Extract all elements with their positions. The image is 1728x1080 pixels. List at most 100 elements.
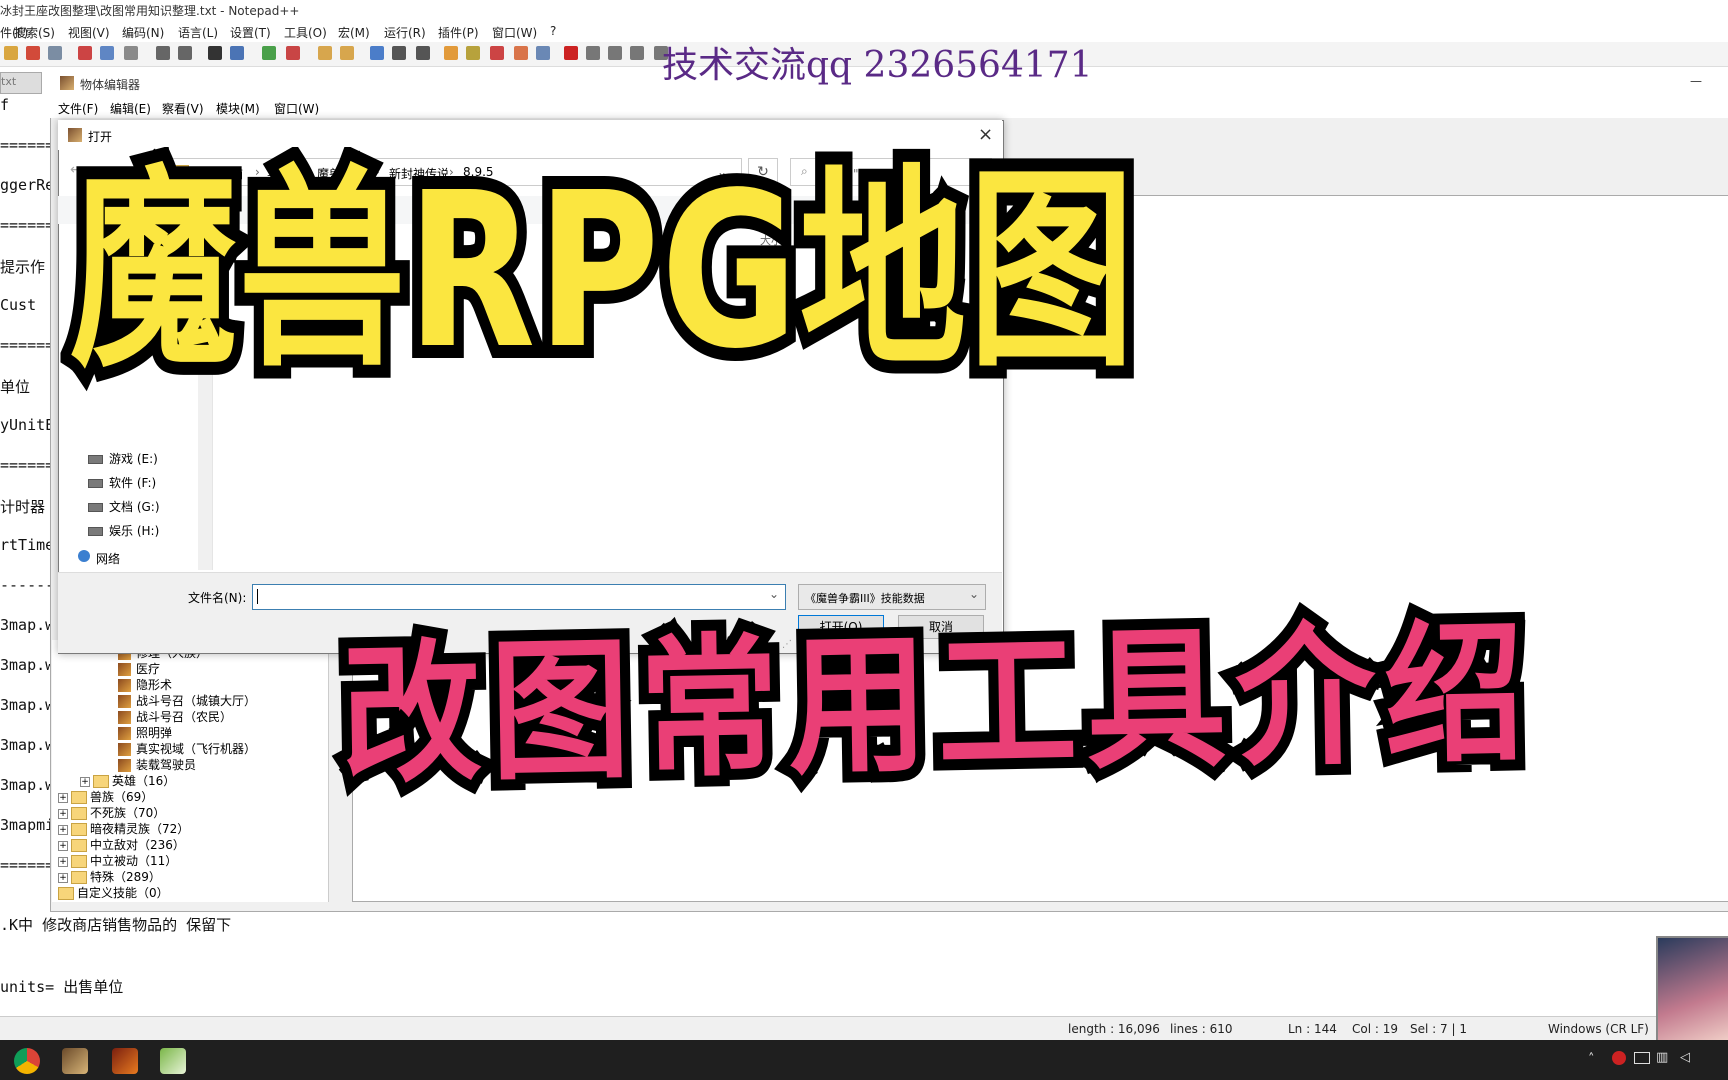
drive-icon [88, 479, 103, 488]
open-file-icon[interactable] [26, 46, 40, 60]
zoom-out-icon[interactable] [286, 46, 300, 60]
menu-run[interactable]: 运行(R) [384, 24, 426, 41]
doc-map-icon[interactable] [466, 46, 480, 60]
folder-icon [71, 823, 87, 836]
antivirus-tray-icon[interactable] [1612, 1051, 1626, 1065]
minimize-icon[interactable]: — [1690, 74, 1702, 88]
menu-settings[interactable]: 设置(T) [230, 24, 271, 41]
filename-dropdown-icon[interactable]: ⌄ [769, 587, 779, 601]
show-all-chars-icon[interactable] [392, 46, 406, 60]
tray-expand-icon[interactable]: ˄ [1588, 1052, 1595, 1067]
record-macro-icon[interactable] [564, 46, 578, 60]
run-macro-multiple-icon[interactable] [630, 46, 644, 60]
indent-guide-icon[interactable] [416, 46, 430, 60]
drive-item[interactable]: 软件 (F:) [88, 474, 156, 491]
menu-help[interactable]: ? [550, 24, 556, 38]
notepadpp-icon[interactable] [160, 1048, 186, 1074]
drive-item[interactable]: 娱乐 (H:) [88, 522, 159, 539]
tree-folder-race[interactable]: + 特殊（289） [58, 868, 161, 885]
oe-menu-window[interactable]: 窗口(W) [274, 100, 319, 117]
udl-icon[interactable] [444, 46, 458, 60]
word-wrap-icon[interactable] [370, 46, 384, 60]
oe-menu-module[interactable]: 模块(M) [216, 100, 260, 117]
oe-menu-view[interactable]: 察看(V) [162, 100, 204, 117]
tree-item-ability[interactable]: 装载驾驶员 [118, 756, 196, 773]
expand-icon[interactable]: + [58, 824, 68, 835]
menu-plugins[interactable]: 插件(P) [438, 24, 479, 41]
world-editor-icon[interactable] [62, 1048, 88, 1074]
stop-macro-icon[interactable] [586, 46, 600, 60]
menu-encoding[interactable]: 编码(N) [122, 24, 164, 41]
menu-view[interactable]: 视图(V) [68, 24, 110, 41]
print-icon[interactable] [48, 46, 62, 60]
expand-icon[interactable]: + [58, 792, 68, 803]
expand-icon[interactable]: + [58, 808, 68, 819]
tree-item-label: 照明弹 [136, 726, 173, 740]
tree-item-ability[interactable]: 照明弹 [118, 724, 172, 741]
folder-icon [71, 839, 87, 852]
filetype-dropdown-icon[interactable]: ⌄ [969, 587, 979, 601]
oe-menu-edit[interactable]: 编辑(E) [110, 100, 151, 117]
tree-item-ability[interactable]: 战斗号召（城镇大厅） [118, 692, 256, 709]
tree-item-ability[interactable]: 医疗 [118, 660, 160, 677]
close-icon[interactable]: × [978, 124, 993, 145]
filetype-value: 《魔兽争霸III》技能数据 [805, 592, 925, 605]
expand-icon[interactable]: + [58, 856, 68, 867]
warcraft-icon[interactable] [112, 1048, 138, 1074]
play-macro-icon[interactable] [608, 46, 622, 60]
tree-folder-custom[interactable]: 自定义技能（0） [58, 884, 169, 901]
cut-icon[interactable] [78, 46, 92, 60]
drive-label: 游戏 (E:) [109, 452, 158, 466]
display-tray-icon[interactable] [1634, 1052, 1650, 1064]
code-line: 3map.w [0, 696, 55, 714]
function-list-icon[interactable] [490, 46, 504, 60]
code-line: 3map.w [0, 656, 55, 674]
redo-icon[interactable] [178, 46, 192, 60]
folder-icon [71, 807, 87, 820]
code-line: units= 出售单位 [0, 978, 124, 996]
sync-h-scroll-icon[interactable] [340, 46, 354, 60]
menu-language[interactable]: 语言(L) [178, 24, 218, 41]
tree-item-ability[interactable]: 真实视域（飞行机器） [118, 740, 256, 757]
menu-tools[interactable]: 工具(O) [284, 24, 327, 41]
drive-item[interactable]: 游戏 (E:) [88, 450, 158, 467]
undo-icon[interactable] [156, 46, 170, 60]
expand-icon[interactable]: + [80, 776, 90, 787]
sync-scroll-icon[interactable] [318, 46, 332, 60]
find-icon[interactable] [208, 46, 222, 60]
tree-item-ability[interactable]: 隐形术 [118, 676, 172, 693]
drive-item[interactable]: 文档 (G:) [88, 498, 160, 515]
menu-macro[interactable]: 宏(M) [338, 24, 370, 41]
chrome-icon[interactable] [14, 1048, 40, 1074]
code-line: 单位 [0, 378, 31, 396]
tree-folder-race[interactable]: + 兽族（69） [58, 788, 153, 805]
tree-folder-race[interactable]: + 中立被动（11） [58, 852, 177, 869]
dialog-app-icon [68, 128, 82, 142]
new-file-icon[interactable] [4, 46, 18, 60]
replace-icon[interactable] [230, 46, 244, 60]
folder-workspace-icon[interactable] [514, 46, 528, 60]
tree-folder-race[interactable]: + 中立敌对（236） [58, 836, 185, 853]
file-tab[interactable]: txt [0, 72, 42, 94]
tree-folder-heroes[interactable]: + 英雄（16） [80, 772, 175, 789]
menu-search[interactable]: 搜索(S) [14, 24, 55, 41]
expand-icon[interactable]: + [58, 872, 68, 883]
tree-folder-race[interactable]: + 不死族（70） [58, 804, 165, 821]
copy-icon[interactable] [100, 46, 114, 60]
nav-network[interactable]: 网络 [78, 550, 120, 567]
tree-folder-race[interactable]: + 暗夜精灵族（72） [58, 820, 189, 837]
tree-item-ability[interactable]: 战斗号召（农民） [118, 708, 232, 725]
expand-icon[interactable]: + [58, 840, 68, 851]
oe-menu-file[interactable]: 文件(F) [58, 100, 98, 117]
menu-window[interactable]: 窗口(W) [492, 24, 537, 41]
tree-item-label: 真实视域（飞行机器） [136, 742, 257, 756]
ability-tree[interactable]: 修理（人族） 医疗 隐形术 战斗号召（城镇大厅） 战斗号召（农民） 照明弹 真实… [52, 640, 343, 902]
monitoring-icon[interactable] [536, 46, 550, 60]
volume-icon[interactable]: ◁ [1680, 1050, 1690, 1065]
folder-icon [93, 775, 109, 788]
paste-icon[interactable] [124, 46, 138, 60]
zoom-in-icon[interactable] [262, 46, 276, 60]
filetype-select[interactable]: 《魔兽争霸III》技能数据 ⌄ [798, 584, 986, 610]
network-tray-icon[interactable]: ▥ [1656, 1050, 1668, 1065]
filename-input[interactable]: ⌄ [252, 584, 786, 610]
